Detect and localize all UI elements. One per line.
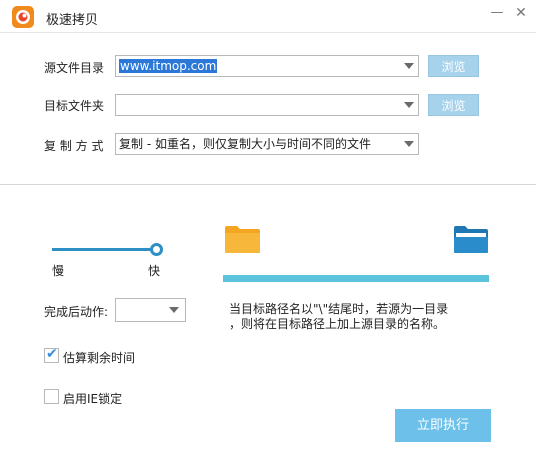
browse-source-button[interactable]: 浏览 <box>428 55 479 77</box>
folder-open-icon <box>454 226 488 253</box>
chevron-down-icon[interactable] <box>404 141 414 147</box>
estimate-checkbox[interactable]: ✔ <box>44 346 59 363</box>
speed-slow-label: 慢 <box>52 264 65 278</box>
target-label: 目标文件夹 <box>44 99 105 113</box>
hint-line-1: 当目标路径名以"\"结尾时，若源为一目录 <box>229 302 449 316</box>
hint-text: 当目标路径名以"\"结尾时，若源为一目录 ，则将在目标路径上加上源目录的名称。 <box>229 302 448 332</box>
check-icon: ✔ <box>46 346 58 362</box>
mode-combo[interactable]: 复制 - 如重名，则仅复制大小与时间不同的文件 <box>115 133 419 155</box>
chevron-down-icon[interactable] <box>404 102 414 108</box>
browse-target-button[interactable]: 浏览 <box>428 94 479 116</box>
copy-progress-bar <box>223 275 489 282</box>
chevron-down-icon[interactable] <box>404 63 414 69</box>
ie-lock-checkbox[interactable] <box>44 389 59 404</box>
ie-lock-label[interactable]: 启用IE锁定 <box>63 390 122 407</box>
window-title: 极速拷贝 <box>46 13 99 28</box>
source-label: 源文件目录 <box>44 61 105 75</box>
hint-line-2: ，则将在目标路径上加上源目录的名称。 <box>229 317 446 331</box>
source-value[interactable]: www.itmop.com <box>119 59 218 73</box>
folder-icon <box>225 226 260 253</box>
after-action-label: 完成后动作: <box>44 305 109 319</box>
mode-value[interactable]: 复制 - 如重名，则仅复制大小与时间不同的文件 <box>119 137 371 151</box>
speed-slider-handle[interactable] <box>150 243 163 256</box>
run-now-button[interactable]: 立即执行 <box>395 409 491 442</box>
chevron-down-icon[interactable] <box>169 307 179 313</box>
source-combo[interactable]: www.itmop.com <box>115 55 419 77</box>
minimize-button[interactable]: — <box>488 4 506 22</box>
title-bar: 极速拷贝 — ✕ <box>0 0 536 33</box>
estimate-label[interactable]: 估算剩余时间 <box>63 349 135 366</box>
speed-slider-track[interactable] <box>52 248 156 251</box>
target-combo[interactable] <box>115 94 419 116</box>
mode-label: 复 制 方 式 <box>44 139 104 153</box>
app-logo-icon <box>12 6 34 28</box>
close-button[interactable]: ✕ <box>512 4 530 22</box>
after-action-combo[interactable] <box>115 298 186 322</box>
speed-fast-label: 快 <box>148 264 161 278</box>
